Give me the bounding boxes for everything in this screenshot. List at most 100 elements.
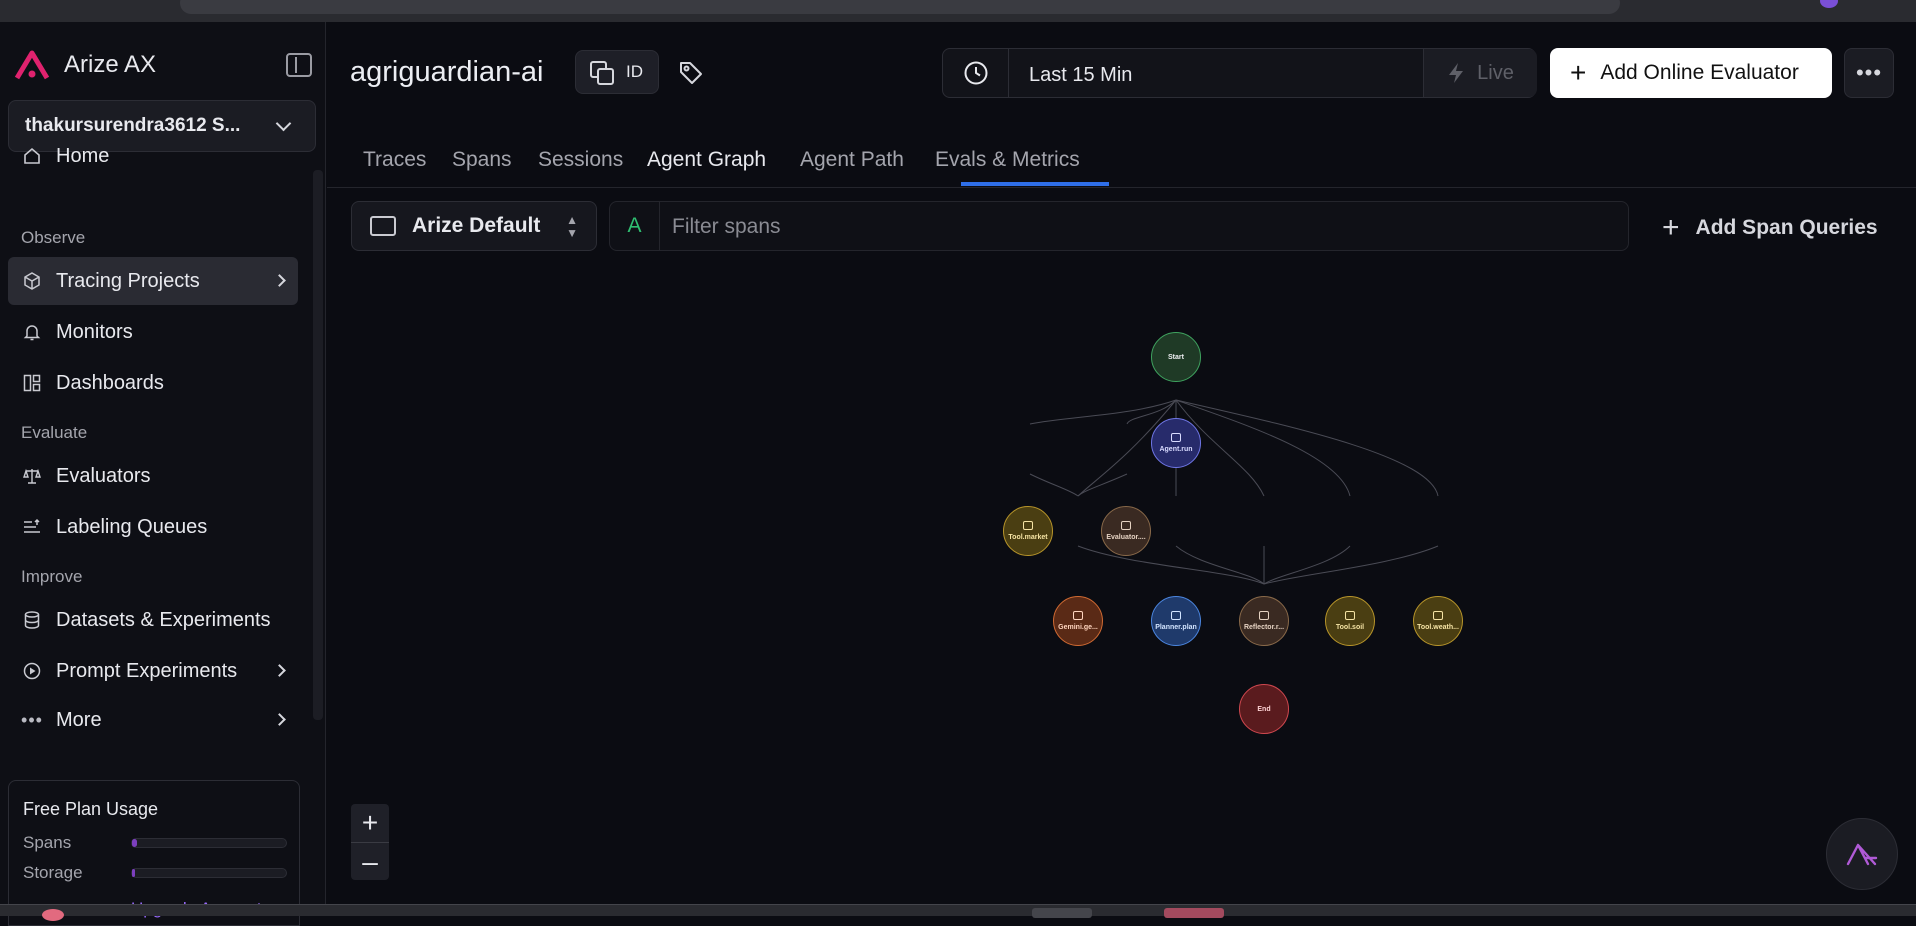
node-label: Tool.soil <box>1335 624 1365 631</box>
cube-icon <box>22 271 42 291</box>
time-range-value: Last 15 Min <box>1029 64 1133 86</box>
reflector-icon <box>1259 611 1269 620</box>
project-title: agriguardian-ai <box>350 56 544 88</box>
sidebar-item-label: Monitors <box>56 320 133 343</box>
graph-node-planner[interactable]: Planner.plan <box>1151 596 1201 646</box>
tab-spans[interactable]: Spans <box>452 148 512 172</box>
add-online-evaluator-button[interactable]: + Add Online Evaluator <box>1550 48 1832 98</box>
graph-node-tool-soil[interactable]: Tool.soil <box>1325 596 1375 646</box>
graph-edge <box>1029 473 1079 497</box>
tab-sessions[interactable]: Sessions <box>538 148 623 172</box>
node-label: Reflector.r... <box>1243 624 1285 631</box>
view-selector[interactable]: Arize Default ▲ ▼ <box>351 201 597 251</box>
usage-title: Free Plan Usage <box>23 799 159 819</box>
app-logo[interactable]: Arize AX <box>14 48 156 82</box>
sidebar-item-evaluators[interactable]: Evaluators <box>8 452 298 500</box>
sidebar-item-datasets[interactable]: Datasets & Experiments <box>8 596 298 644</box>
sidebar-item-label: Prompt Experiments <box>56 659 238 682</box>
id-label: ID <box>626 62 643 81</box>
bell-icon <box>22 322 42 342</box>
taskbar-app-icon[interactable] <box>1032 908 1092 918</box>
graph-node-reflector[interactable]: Reflector.r... <box>1239 596 1289 646</box>
sidebar-item-label: Home <box>56 144 110 167</box>
chevron-right-icon <box>273 274 286 287</box>
sidebar-scrollbar[interactable] <box>313 170 323 720</box>
tab-traces[interactable]: Traces <box>363 148 426 172</box>
zoom-in-button[interactable]: + <box>351 804 389 842</box>
zoom-out-button[interactable]: – <box>351 842 389 880</box>
sidebar: Arize AX thakursurendra3612 S... Home Ob… <box>0 22 326 926</box>
graph-node-tool-market[interactable]: Tool.market <box>1003 506 1053 556</box>
graph-edge <box>1175 399 1351 497</box>
filter-spans-input[interactable] <box>672 212 1572 242</box>
tab-agent-graph[interactable]: Agent Graph <box>647 148 766 172</box>
tab-evals-metrics[interactable]: Evals & Metrics <box>935 148 1080 172</box>
sidebar-item-more[interactable]: ••• More <box>8 696 298 744</box>
graph-edge <box>1263 545 1439 585</box>
plus-icon: + <box>1570 57 1587 88</box>
graph-node-evaluator[interactable]: Evaluator.... <box>1101 506 1151 556</box>
tag-button[interactable] <box>676 58 706 88</box>
sidebar-item-label: More <box>56 708 102 731</box>
active-tab-indicator <box>961 182 1109 186</box>
agent-graph-canvas[interactable]: Start Agent.run Tool.market Evaluator...… <box>330 256 1916 904</box>
node-label: Agent.run <box>1159 446 1193 453</box>
collapse-sidebar-icon[interactable] <box>286 53 312 77</box>
ai-assistant-icon <box>1846 843 1878 866</box>
section-improve: Improve <box>21 567 83 586</box>
home-icon <box>22 146 42 166</box>
more-options-button[interactable]: ••• <box>1844 48 1894 98</box>
lightning-icon <box>1449 63 1464 83</box>
project-tabs: Traces Spans Sessions Agent Graph Agent … <box>327 130 1916 188</box>
sort-updown-icon: ▲ ▼ <box>566 213 578 240</box>
tool-icon <box>1433 611 1443 620</box>
tag-icon <box>680 62 702 84</box>
tool-icon <box>1345 611 1355 620</box>
zoom-controls: + – <box>351 804 389 880</box>
graph-node-end[interactable]: End <box>1239 684 1289 734</box>
time-range-picker[interactable]: Last 15 Min Live <box>942 48 1537 98</box>
graph-node-agent-run[interactable]: Agent.run <box>1151 418 1201 468</box>
span-filter-box: A <box>609 201 1629 251</box>
ai-assistant-button[interactable] <box>1826 818 1898 890</box>
graph-edges <box>1029 336 1439 585</box>
taskbar-app-icon[interactable] <box>42 909 64 921</box>
agent-icon <box>1171 433 1181 442</box>
sidebar-item-labeling-queues[interactable]: Labeling Queues <box>8 503 298 551</box>
graph-edge <box>1175 545 1265 585</box>
storage-usage-fill <box>132 869 136 877</box>
spans-usage-fill <box>132 839 137 847</box>
add-span-queries-button[interactable]: + Add Span Queries <box>1662 213 1878 243</box>
sidebar-item-label: Datasets & Experiments <box>56 608 271 631</box>
database-icon <box>22 610 42 630</box>
sidebar-item-tracing-projects[interactable]: Tracing Projects <box>8 257 298 305</box>
graph-node-gemini[interactable]: Gemini.ge... <box>1053 596 1103 646</box>
sidebar-item-dashboards[interactable]: Dashboards <box>8 359 298 407</box>
clock-icon <box>943 49 1009 97</box>
graph-node-start[interactable]: Start <box>1151 332 1201 382</box>
node-label: Evaluator.... <box>1106 534 1146 541</box>
node-label: Tool.weath... <box>1417 624 1459 631</box>
tool-icon <box>1023 521 1033 530</box>
spans-usage-label: Spans <box>23 833 72 852</box>
taskbar-strip <box>0 904 1916 921</box>
sidebar-item-label: Tracing Projects <box>56 269 200 292</box>
copy-icon <box>590 61 614 85</box>
browser-profile-icon[interactable] <box>1820 0 1838 8</box>
view-selector-value: Arize Default <box>412 214 541 237</box>
live-label: Live <box>1477 61 1514 84</box>
taskbar-app-icon[interactable] <box>1164 908 1224 918</box>
browser-address-bar[interactable] <box>180 0 1620 14</box>
sidebar-item-prompt-experiments[interactable]: Prompt Experiments <box>8 647 298 695</box>
sidebar-item-monitors[interactable]: Monitors <box>8 308 298 356</box>
query-prefix-label: A <box>610 202 660 250</box>
ellipsis-icon: ••• <box>21 709 43 730</box>
node-label: Tool.market <box>1008 534 1048 541</box>
live-button[interactable]: Live <box>1423 49 1537 97</box>
copy-id-button[interactable]: ID <box>575 50 659 94</box>
graph-edge <box>1263 545 1351 585</box>
sidebar-item-home[interactable]: Home <box>8 132 298 180</box>
arize-logo-icon <box>14 50 50 80</box>
graph-node-tool-weather[interactable]: Tool.weath... <box>1413 596 1463 646</box>
tab-agent-path[interactable]: Agent Path <box>800 148 904 172</box>
